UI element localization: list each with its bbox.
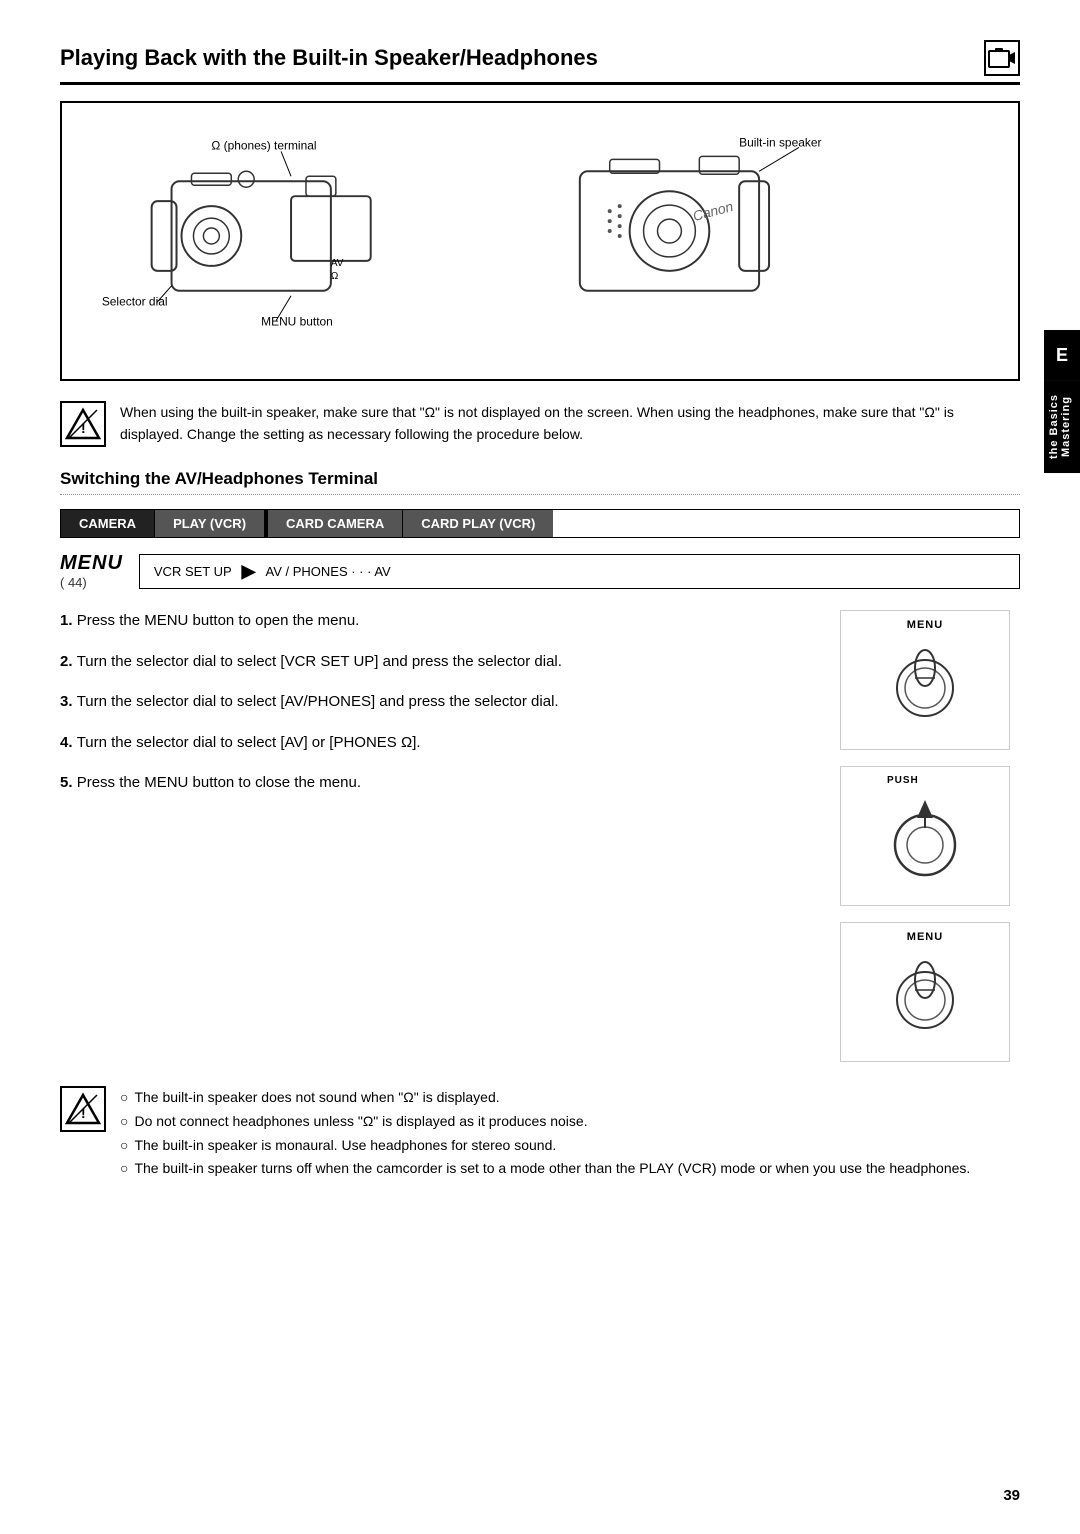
step-1: 1. Press the MENU button to open the men… xyxy=(60,610,820,633)
steps-container: 1. Press the MENU button to open the men… xyxy=(60,610,1020,1062)
diagram-box: Selector dial Ω (phones) terminal MENU b… xyxy=(60,101,1020,381)
av-phones-label: AV / PHONES · · · AV xyxy=(266,564,391,579)
bullet-2: ○ Do not connect headphones unless "Ω" i… xyxy=(120,1110,970,1134)
warning-box-top: ! When using the built-in speaker, make … xyxy=(60,401,1020,447)
menu-arrow: ▶ xyxy=(242,561,256,582)
step-4: 4. Turn the selector dial to select [AV]… xyxy=(60,732,820,755)
bottom-warning-icon: ! xyxy=(60,1086,106,1132)
menu-content-box: VCR SET UP ▶ AV / PHONES · · · AV xyxy=(139,554,1020,589)
warning-icon-top: ! xyxy=(60,401,106,447)
bottom-warning: ! ○ The built-in speaker does not sound … xyxy=(60,1086,1020,1181)
step-image-2-label: PUSH xyxy=(887,775,963,897)
step-3: 3. Turn the selector dial to select [AV/… xyxy=(60,691,820,714)
bottom-warning-text: ○ The built-in speaker does not sound wh… xyxy=(120,1086,970,1181)
svg-text:AV: AV xyxy=(331,258,344,269)
step-image-2: PUSH xyxy=(840,766,1010,906)
steps-list: 1. Press the MENU button to open the men… xyxy=(60,610,820,1062)
bullet-3: ○ The built-in speaker is monaural. Use … xyxy=(120,1134,970,1158)
warning-text-top: When using the built-in speaker, make su… xyxy=(120,401,1020,446)
step-2: 2. Turn the selector dial to select [VCR… xyxy=(60,651,820,674)
vcr-set-up-label: VCR SET UP xyxy=(154,564,232,579)
camera-icon xyxy=(984,40,1020,76)
svg-text:MENU button: MENU button xyxy=(261,315,333,329)
menu-label: MENU xyxy=(60,552,123,575)
steps-images: MENU PUSH xyxy=(840,610,1020,1062)
mode-card-play-vcr: CARD PLAY (VCR) xyxy=(403,510,553,537)
side-tab-mastering: Mastering the Basics xyxy=(1044,380,1080,473)
page-number: 39 xyxy=(1003,1487,1020,1504)
side-tab-e: E xyxy=(1044,330,1080,380)
menu-label-box: MENU ( 44) xyxy=(60,552,123,590)
bullet-4: ○ The built-in speaker turns off when th… xyxy=(120,1157,970,1181)
page-container: E Mastering the Basics Playing Back with… xyxy=(0,0,1080,1534)
step-image-1: MENU xyxy=(840,610,1010,750)
menu-page-ref: ( 44) xyxy=(60,575,123,590)
svg-text:Ω: Ω xyxy=(331,271,338,282)
menu-row: MENU ( 44) VCR SET UP ▶ AV / PHONES · · … xyxy=(60,552,1020,590)
bullet-1: ○ The built-in speaker does not sound wh… xyxy=(120,1086,970,1110)
step-image-1-label: MENU xyxy=(907,619,943,631)
page-title: Playing Back with the Built-in Speaker/H… xyxy=(60,40,1020,85)
svg-text:Ω (phones) terminal: Ω (phones) terminal xyxy=(211,138,316,152)
svg-text:Built-in speaker: Built-in speaker xyxy=(739,135,821,149)
step-5: 5. Press the MENU button to close the me… xyxy=(60,772,820,795)
step-image-3-label: MENU xyxy=(907,931,943,943)
mode-bar: CAMERA PLAY (VCR) CARD CAMERA CARD PLAY … xyxy=(60,509,1020,538)
mode-card-camera: CARD CAMERA xyxy=(268,510,403,537)
mode-camera: CAMERA xyxy=(61,510,155,537)
section-heading: Switching the AV/Headphones Terminal xyxy=(60,469,1020,495)
mode-play-vcr: PLAY (VCR) xyxy=(155,510,265,537)
step-image-3: MENU xyxy=(840,922,1010,1062)
